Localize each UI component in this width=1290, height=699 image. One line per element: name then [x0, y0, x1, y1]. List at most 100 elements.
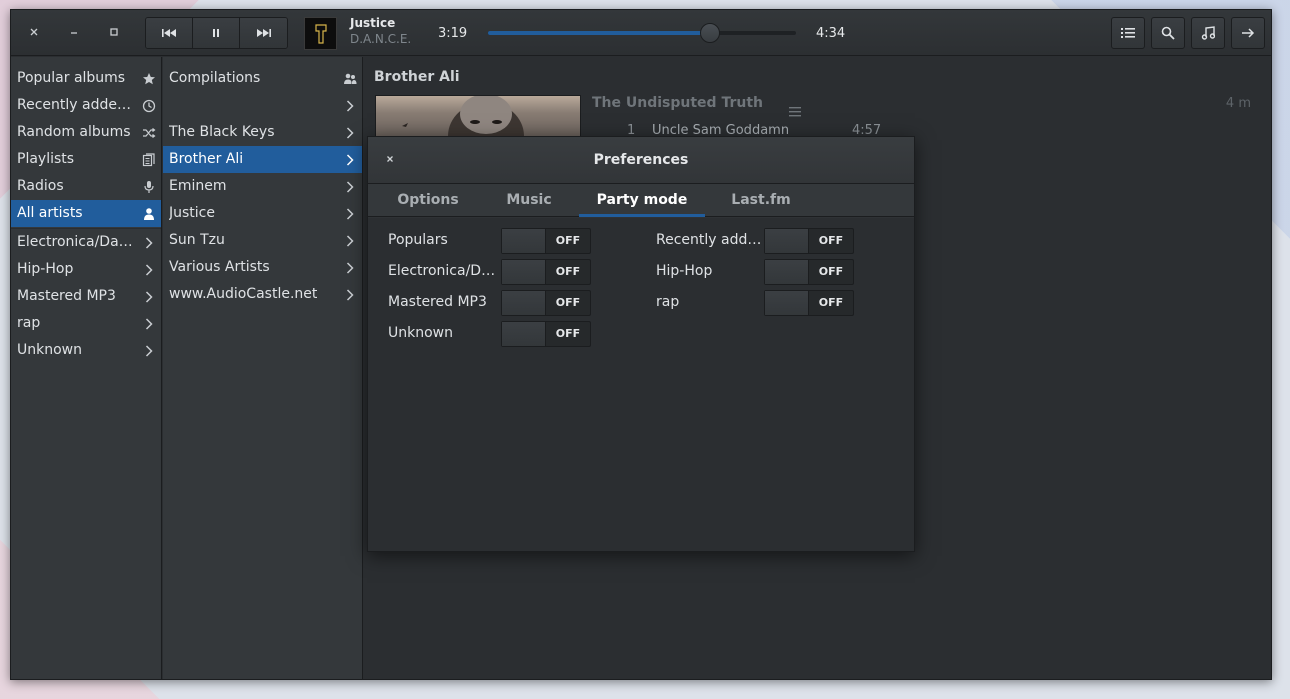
- sidebar-item[interactable]: Mastered MP3: [11, 283, 161, 310]
- party-toggle[interactable]: OFF: [764, 259, 854, 285]
- now-playing-cover[interactable]: [304, 17, 337, 50]
- artist-name: Eminem: [169, 178, 227, 194]
- sidebar-item-label: Unknown: [17, 342, 82, 358]
- artist-item[interactable]: Sun Tzu: [163, 227, 362, 254]
- row-icon[interactable]: [142, 310, 156, 337]
- artist-item[interactable]: The Black Keys: [163, 119, 362, 146]
- row-icon[interactable]: [343, 227, 357, 254]
- progress-fill: [488, 31, 710, 35]
- toggle-knob: [502, 322, 546, 346]
- tab-lastfm[interactable]: Last.fm: [711, 184, 811, 217]
- sidebar-item-label: Playlists: [17, 151, 75, 167]
- artist-item[interactable]: www.AudioCastle.net: [163, 281, 362, 308]
- minimize-window-button[interactable]: [62, 21, 86, 45]
- person-icon: [144, 207, 154, 220]
- search-button[interactable]: [1151, 17, 1185, 49]
- toggle-state: OFF: [818, 234, 844, 247]
- party-toggle[interactable]: OFF: [501, 228, 591, 254]
- artist-item[interactable]: Brother Ali: [163, 146, 362, 173]
- row-icon[interactable]: [343, 281, 357, 308]
- chevron-right-icon: [346, 99, 354, 112]
- people-icon: [344, 73, 357, 84]
- album-title: The Undisputed Truth: [592, 95, 763, 111]
- row-icon[interactable]: [142, 283, 156, 310]
- sidebar-item[interactable]: rap: [11, 310, 161, 337]
- tab-music[interactable]: Music: [483, 184, 575, 217]
- preferences-tabs: Options Music Party mode Last.fm: [368, 184, 914, 217]
- artist-item[interactable]: [163, 92, 362, 119]
- row-icon[interactable]: [343, 254, 357, 281]
- row-icon[interactable]: [343, 146, 357, 173]
- toggle-state: OFF: [818, 296, 844, 309]
- chevron-right-icon: [346, 126, 354, 139]
- forward-button[interactable]: [1231, 17, 1265, 49]
- clock-icon: [142, 99, 156, 112]
- album-cover[interactable]: [375, 95, 581, 137]
- row-icon[interactable]: [142, 256, 156, 283]
- chevron-right-icon: [145, 317, 153, 330]
- row-icon[interactable]: [343, 119, 357, 146]
- total-time: 4:34: [816, 26, 846, 41]
- artist-item[interactable]: Justice: [163, 200, 362, 227]
- dialog-title: Preferences: [593, 152, 689, 168]
- toggle-state: OFF: [555, 327, 581, 340]
- party-toggle[interactable]: OFF: [764, 290, 854, 316]
- minimize-icon: [71, 32, 77, 34]
- previous-button[interactable]: [146, 18, 193, 48]
- row-icon[interactable]: [142, 229, 156, 256]
- chevron-right-icon: [145, 236, 153, 249]
- party-toggle[interactable]: OFF: [501, 321, 591, 347]
- sidebar-item[interactable]: Unknown: [11, 337, 161, 364]
- sidebar-item[interactable]: Electronica/Dance: [11, 229, 161, 256]
- sidebar-item-label: Electronica/Dance: [17, 234, 135, 250]
- sidebar-item-label: All artists: [17, 205, 83, 221]
- progress-slider[interactable]: [488, 23, 796, 43]
- sidebar-item[interactable]: Radios: [11, 173, 161, 200]
- sidebar-item-label: Mastered MP3: [17, 288, 116, 304]
- row-icon[interactable]: [343, 92, 357, 119]
- close-window-button[interactable]: [22, 21, 46, 45]
- artist-name: Justice: [169, 205, 215, 221]
- shuffle-icon: [143, 127, 156, 138]
- row-icon[interactable]: [142, 337, 156, 364]
- chevron-right-icon: [346, 261, 354, 274]
- row-icon: [142, 200, 156, 227]
- now-playing-title: Justice: [350, 16, 396, 30]
- row-icon[interactable]: [343, 200, 357, 227]
- sidebar-item[interactable]: Playlists: [11, 146, 161, 173]
- toggle-label: rap: [656, 294, 680, 310]
- now-playing-album: D.A.N.C.E.: [350, 32, 412, 46]
- artist-item[interactable]: Various Artists: [163, 254, 362, 281]
- progress-handle[interactable]: [699, 23, 720, 43]
- pause-button[interactable]: [193, 18, 240, 48]
- next-button[interactable]: [240, 18, 287, 48]
- sidebar-item[interactable]: Recently added albums: [11, 92, 161, 119]
- list-icon: [1121, 28, 1135, 38]
- sidebar-item[interactable]: Popular albums: [11, 65, 161, 92]
- row-icon: [343, 65, 357, 92]
- sidebar: Popular albums Recently added albums Rando…: [11, 57, 162, 679]
- artist-list: Compilations The Black Keys Brother Ali Emi…: [163, 57, 363, 679]
- toggle-knob: [765, 260, 809, 284]
- music-button[interactable]: [1191, 17, 1225, 49]
- music-note-icon: [1201, 26, 1215, 40]
- sidebar-item-label: rap: [17, 315, 41, 331]
- artist-item[interactable]: Eminem: [163, 173, 362, 200]
- sidebar-item[interactable]: Random albums: [11, 119, 161, 146]
- maximize-window-button[interactable]: [102, 21, 126, 45]
- artist-item[interactable]: Compilations: [163, 65, 362, 92]
- row-icon[interactable]: [343, 173, 357, 200]
- list-view-button[interactable]: [1111, 17, 1145, 49]
- party-toggle[interactable]: OFF: [501, 290, 591, 316]
- album-menu-icon[interactable]: [789, 107, 801, 117]
- sidebar-item[interactable]: Hip-Hop: [11, 256, 161, 283]
- sidebar-item[interactable]: All artists: [11, 200, 161, 227]
- row-icon: [142, 92, 156, 119]
- artist-name: Various Artists: [169, 259, 270, 275]
- chevron-right-icon: [145, 290, 153, 303]
- preferences-dialog: Preferences Options Music Party mode Las…: [367, 136, 915, 552]
- party-toggle[interactable]: OFF: [501, 259, 591, 285]
- party-toggle[interactable]: OFF: [764, 228, 854, 254]
- tab-options[interactable]: Options: [379, 184, 477, 217]
- tab-party-mode[interactable]: Party mode: [579, 184, 705, 217]
